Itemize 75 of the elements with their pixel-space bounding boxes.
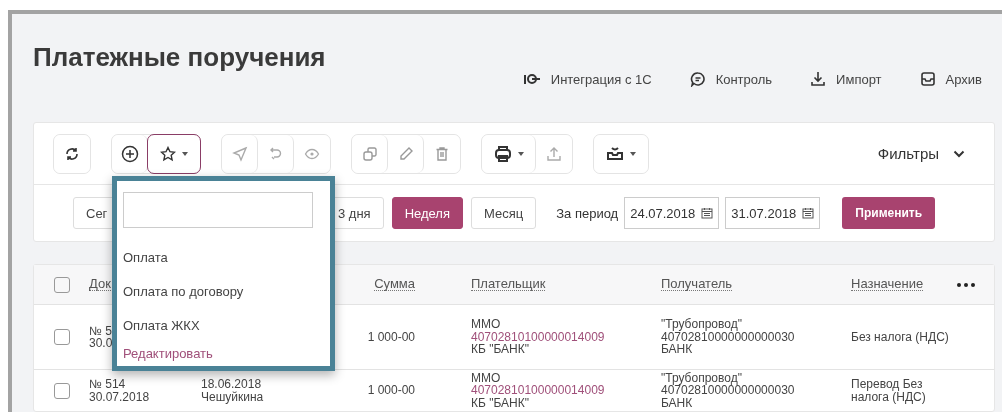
- apply-button[interactable]: Применить: [842, 197, 936, 229]
- menu-item[interactable]: Оплата ЖКХ: [123, 308, 324, 342]
- tray-icon: [606, 145, 624, 162]
- document-number: № 514: [89, 378, 126, 391]
- receiver-text: 40702810000000000030: [661, 330, 795, 344]
- edit-link[interactable]: Редактировать: [123, 346, 324, 361]
- printer-icon: [493, 144, 512, 163]
- receiver-text: "Трубопровод": [661, 318, 742, 331]
- account-number: 40702810100000014009: [471, 330, 605, 344]
- amount-cell: 1 000-00: [367, 330, 415, 344]
- copy-icon: [361, 145, 378, 162]
- period-button[interactable]: Месяц: [471, 197, 537, 229]
- header-link[interactable]: Контроль: [689, 71, 773, 87]
- filters-toggle[interactable]: Фильтры: [871, 144, 971, 163]
- date-field[interactable]: 24.07.2018: [624, 197, 720, 229]
- select-all-checkbox[interactable]: [54, 276, 70, 293]
- upload-icon: [546, 145, 562, 162]
- row-checkbox[interactable]: [54, 329, 70, 345]
- bank-name: КБ "БАНК": [471, 343, 529, 356]
- receiver-text: БАНК: [661, 343, 693, 356]
- period-button[interactable]: Неделя: [391, 197, 463, 229]
- more-icon[interactable]: [957, 282, 975, 287]
- search-field[interactable]: [123, 192, 313, 228]
- pencil-icon: [397, 145, 414, 162]
- paper-plane-icon: [231, 145, 248, 162]
- copy-button[interactable]: [352, 134, 388, 173]
- status-text: 18.06.2018: [201, 378, 262, 391]
- header-link[interactable]: Архив: [919, 71, 982, 87]
- print-button[interactable]: [482, 134, 536, 173]
- caret-icon: [517, 151, 524, 156]
- caret-icon: [182, 151, 188, 156]
- chevron-down-icon: [953, 149, 965, 158]
- menu-item[interactable]: Оплата: [123, 240, 324, 274]
- send-button[interactable]: [222, 134, 258, 173]
- payer-name: ММО: [471, 371, 501, 385]
- column-header[interactable]: Плательщик: [471, 277, 546, 292]
- receiver-text: БАНК: [661, 396, 693, 410]
- period-label: За период: [556, 205, 619, 221]
- document-number: 30.0: [89, 337, 113, 350]
- trash-icon: [434, 145, 450, 162]
- chat-icon: [689, 71, 706, 87]
- refresh-button[interactable]: [54, 134, 90, 173]
- receiver-text: "Трубопровод": [661, 371, 742, 385]
- onec-logo-icon: [522, 73, 541, 85]
- row-checkbox[interactable]: [54, 382, 70, 399]
- menu-item[interactable]: Оплата по договору: [123, 274, 324, 308]
- column-header[interactable]: Назначение: [851, 277, 924, 292]
- calendar-icon: [802, 207, 815, 219]
- column-header[interactable]: Получатель: [661, 277, 733, 292]
- amount-cell: 1 000-00: [367, 384, 415, 397]
- status-text: Чешуйкина: [201, 390, 264, 403]
- payer-name: ММО: [471, 318, 501, 331]
- page-title: Платежные поручения: [33, 42, 326, 73]
- refresh-icon: [64, 145, 80, 162]
- purpose-cell: Без налога (НДС): [851, 330, 949, 344]
- bank-name: КБ "БАНК": [471, 396, 529, 410]
- favorites-button[interactable]: [147, 133, 201, 174]
- plus-circle-icon: [120, 144, 139, 163]
- document-number: № 5: [89, 324, 112, 337]
- calendar-icon: [701, 207, 714, 219]
- column-header[interactable]: Док: [89, 277, 111, 292]
- column-header[interactable]: Сумма: [374, 277, 415, 292]
- caret-icon: [630, 151, 636, 156]
- receiver-text: 40702810000000000030: [661, 384, 795, 397]
- purpose-cell-text: Перевод Без налога (НДС): [851, 378, 927, 403]
- date-field[interactable]: 31.07.2018: [725, 197, 821, 229]
- star-icon: [160, 145, 176, 162]
- header-link[interactable]: Интеграция с 1С: [522, 71, 652, 87]
- document-number: 30.07.2018: [89, 390, 150, 403]
- download-icon: [810, 71, 827, 87]
- account-number: 40702810100000014009: [471, 384, 605, 397]
- add-button[interactable]: [112, 134, 148, 173]
- inbox-button[interactable]: [594, 134, 648, 173]
- header-link[interactable]: Импорт: [810, 71, 882, 87]
- archive-icon: [919, 71, 936, 87]
